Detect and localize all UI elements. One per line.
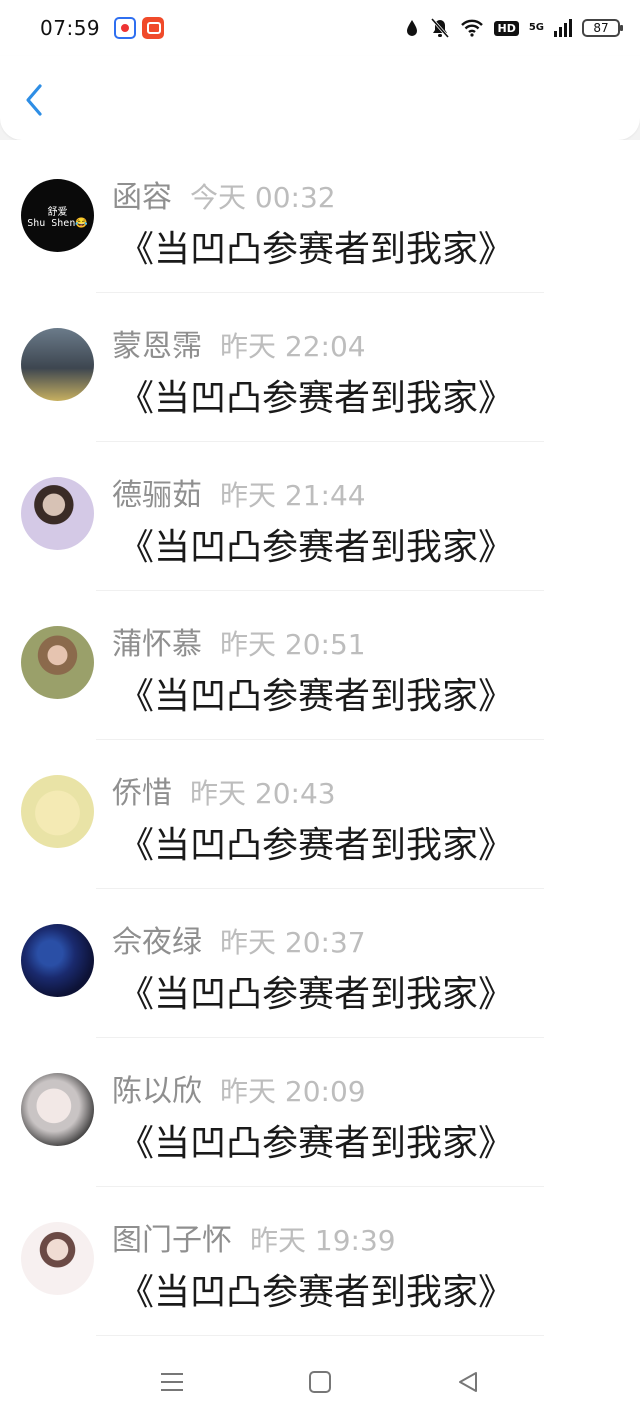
message-item[interactable]: 蒙恩霈 昨天 22:04 《当凹凸参赛者到我家》 bbox=[0, 293, 640, 442]
message-time: 昨天 20:51 bbox=[220, 628, 366, 661]
avatar-text: 舒爱 bbox=[47, 206, 68, 218]
menu-button[interactable] bbox=[152, 1362, 192, 1402]
bell-mute-icon bbox=[431, 18, 450, 38]
hd-badge: HD bbox=[494, 20, 519, 36]
menu-icon bbox=[161, 1373, 183, 1391]
message-time: 今天 00:32 bbox=[190, 181, 336, 214]
home-button[interactable] bbox=[300, 1362, 340, 1402]
message-meta: 蒙恩霈 昨天 22:04 bbox=[112, 321, 366, 365]
message-time: 昨天 20:09 bbox=[220, 1075, 366, 1108]
avatar[interactable] bbox=[21, 924, 94, 997]
status-indicators: HD 5G 87 bbox=[404, 17, 623, 39]
avatar[interactable]: 舒爱 Shu Shen😂 bbox=[21, 179, 94, 252]
status-time: 07:59 bbox=[40, 16, 101, 40]
status-bar: 07:59 HD 5G 87 bbox=[0, 0, 640, 56]
message-item[interactable]: 德骊茹 昨天 21:44 《当凹凸参赛者到我家》 bbox=[0, 442, 640, 591]
message-text: 《当凹凸参赛者到我家》 bbox=[118, 974, 515, 1015]
signal-icon bbox=[554, 19, 572, 37]
notification-icons bbox=[114, 17, 165, 39]
header-bar bbox=[0, 56, 640, 140]
battery-icon: 87 bbox=[582, 19, 623, 37]
message-item[interactable]: 舒爱 Shu Shen😂 函容 今天 00:32 《当凹凸参赛者到我家》 bbox=[0, 144, 640, 293]
avatar[interactable] bbox=[21, 1073, 94, 1146]
sender-name: 佘夜绿 bbox=[112, 925, 202, 960]
chevron-left-icon bbox=[26, 84, 42, 116]
message-item[interactable]: 蒲怀慕 昨天 20:51 《当凹凸参赛者到我家》 bbox=[0, 591, 640, 740]
message-time: 昨天 21:44 bbox=[220, 479, 366, 512]
avatar[interactable] bbox=[21, 1222, 94, 1295]
water-drop-icon bbox=[407, 20, 418, 36]
message-text: 《当凹凸参赛者到我家》 bbox=[118, 676, 515, 717]
avatar[interactable] bbox=[21, 477, 94, 550]
message-time: 昨天 19:39 bbox=[250, 1224, 396, 1257]
message-meta: 德骊茹 昨天 21:44 bbox=[112, 470, 366, 514]
back-nav-button[interactable] bbox=[448, 1362, 488, 1402]
avatar[interactable] bbox=[21, 328, 94, 401]
message-item[interactable]: 图门子怀 昨天 19:39 《当凹凸参赛者到我家》 bbox=[0, 1187, 640, 1336]
message-time: 昨天 20:37 bbox=[220, 926, 366, 959]
network-type: 5G bbox=[528, 22, 544, 33]
sender-name: 蒙恩霈 bbox=[112, 329, 202, 364]
message-item[interactable]: 陈以欣 昨天 20:09 《当凹凸参赛者到我家》 bbox=[0, 1038, 640, 1187]
message-list: 舒爱 Shu Shen😂 函容 今天 00:32 《当凹凸参赛者到我家》 蒙恩霈… bbox=[0, 140, 640, 1342]
sender-name: 侨惜 bbox=[112, 776, 172, 811]
message-time: 昨天 20:43 bbox=[190, 777, 336, 810]
message-meta: 佘夜绿 昨天 20:37 bbox=[112, 917, 366, 961]
message-item[interactable]: 佘夜绿 昨天 20:37 《当凹凸参赛者到我家》 bbox=[0, 889, 640, 1038]
avatar[interactable] bbox=[21, 775, 94, 848]
sender-name: 图门子怀 bbox=[112, 1223, 232, 1258]
sender-name: 蒲怀慕 bbox=[112, 627, 202, 662]
message-text: 《当凹凸参赛者到我家》 bbox=[118, 527, 515, 568]
message-text: 《当凹凸参赛者到我家》 bbox=[118, 229, 515, 270]
message-text: 《当凹凸参赛者到我家》 bbox=[118, 825, 515, 866]
message-meta: 侨惜 昨天 20:43 bbox=[112, 768, 336, 812]
message-meta: 函容 今天 00:32 bbox=[112, 172, 336, 216]
message-meta: 图门子怀 昨天 19:39 bbox=[112, 1215, 396, 1259]
message-time: 昨天 22:04 bbox=[220, 330, 366, 363]
baidu-app-icon bbox=[114, 17, 137, 39]
divider bbox=[96, 1335, 544, 1336]
message-item[interactable]: 侨惜 昨天 20:43 《当凹凸参赛者到我家》 bbox=[0, 740, 640, 889]
back-triangle-icon bbox=[459, 1372, 477, 1392]
avatar[interactable] bbox=[21, 626, 94, 699]
message-text: 《当凹凸参赛者到我家》 bbox=[118, 1123, 515, 1164]
wifi-icon bbox=[461, 19, 484, 37]
message-meta: 蒲怀慕 昨天 20:51 bbox=[112, 619, 366, 663]
home-square-icon bbox=[309, 1371, 331, 1393]
message-meta: 陈以欣 昨天 20:09 bbox=[112, 1066, 366, 1110]
back-button[interactable] bbox=[14, 80, 54, 120]
battery-level: 87 bbox=[593, 21, 609, 35]
system-nav-bar bbox=[0, 1342, 640, 1422]
sender-name: 德骊茹 bbox=[112, 478, 202, 513]
shopping-app-icon bbox=[142, 17, 165, 39]
message-text: 《当凹凸参赛者到我家》 bbox=[118, 1272, 515, 1313]
avatar-text: Shu Shen😂 bbox=[27, 217, 88, 229]
sender-name: 陈以欣 bbox=[112, 1074, 202, 1109]
message-text: 《当凹凸参赛者到我家》 bbox=[118, 378, 515, 419]
sender-name: 函容 bbox=[112, 180, 172, 215]
